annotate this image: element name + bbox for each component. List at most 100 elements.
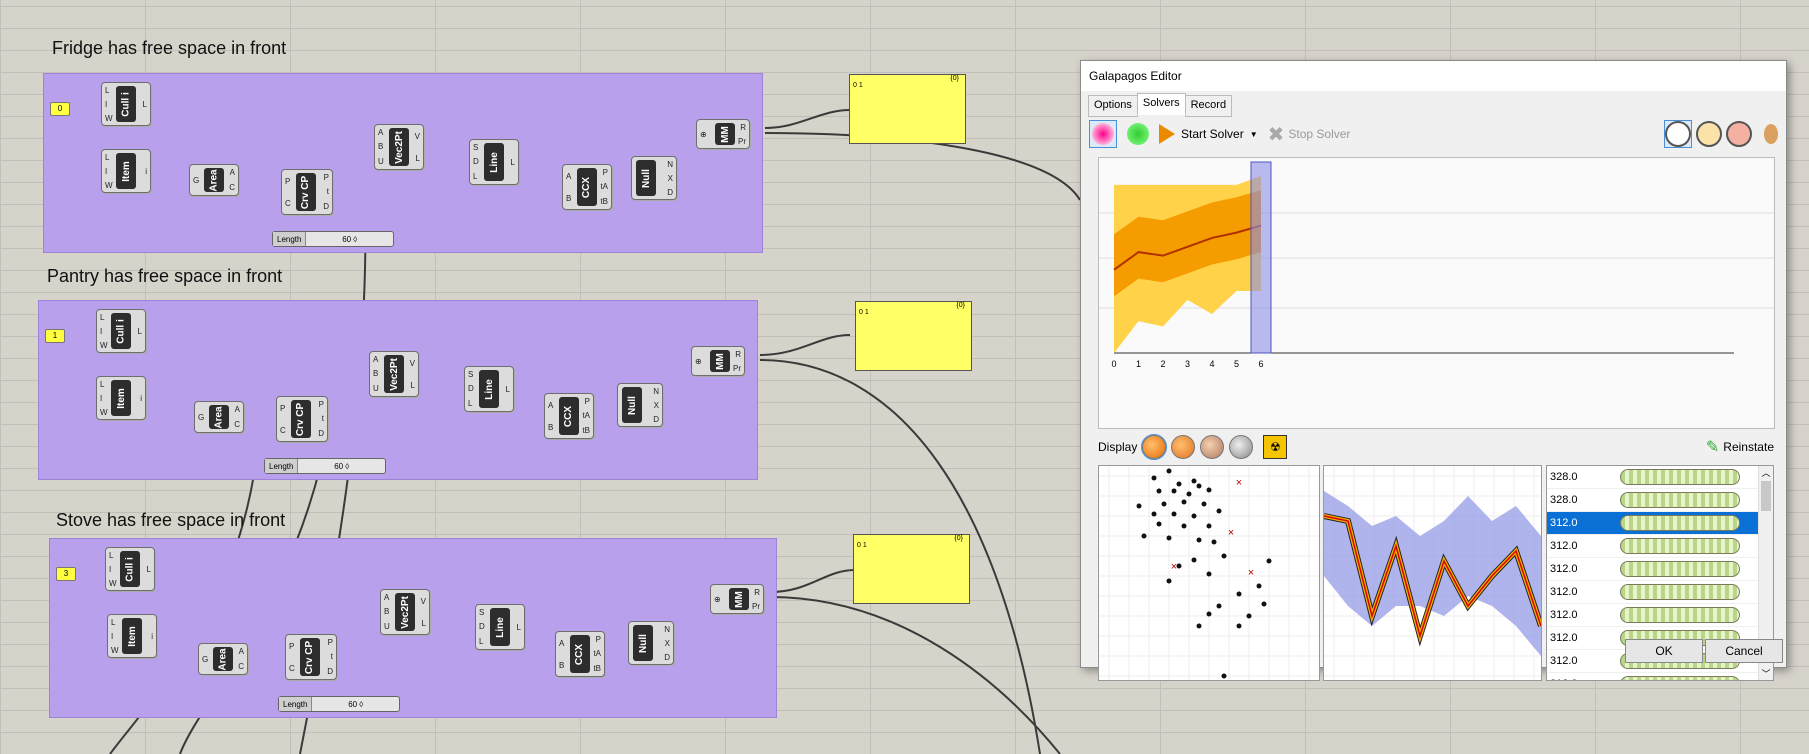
scroll-thumb[interactable] [1761, 481, 1771, 511]
item-component[interactable]: L I W Item i [96, 376, 146, 420]
list-item[interactable]: 328.0 [1547, 489, 1773, 512]
genome-point [1191, 557, 1197, 563]
start-solver-button[interactable]: Start Solver ▼ [1159, 124, 1258, 144]
galapagos-editor-dialog[interactable]: Galapagos Editor Options Solvers Record … [1080, 60, 1787, 681]
scroll-up-icon[interactable]: ︿ [1759, 466, 1773, 479]
genome-point [1166, 535, 1172, 541]
annealing-icon [1127, 123, 1149, 145]
evolutionary-solver-button[interactable] [1089, 120, 1117, 148]
x-tick-label: 5 [1234, 359, 1239, 369]
list-item-value: 312.0 [1550, 563, 1578, 575]
genome-point [1181, 499, 1187, 505]
number-param[interactable]: 0 [50, 102, 70, 116]
number-param[interactable]: 3 [56, 567, 76, 581]
crvcp-component[interactable]: P C Crv CP Pt D [285, 634, 337, 680]
cancel-button[interactable]: Cancel [1705, 639, 1783, 663]
list-item[interactable]: 312.0 [1547, 512, 1773, 535]
mm-component[interactable]: ⊕ MM R Pr [691, 346, 745, 376]
list-item[interactable]: 312.0 [1547, 535, 1773, 558]
genome-point [1186, 491, 1192, 497]
display-mode-4-icon[interactable] [1229, 435, 1254, 459]
cull-component[interactable]: L I W Cull iL [96, 309, 146, 353]
fitness-chart-svg: 0 1 2 3 4 5 6 [1099, 161, 1774, 369]
play-icon [1159, 124, 1175, 144]
list-item[interactable]: 312.0 [1547, 581, 1773, 604]
ccx-component[interactable]: A B CCX PtA tB [562, 164, 612, 210]
genome-point [1221, 673, 1227, 679]
genome-point [1166, 468, 1172, 474]
genome-point [1236, 623, 1242, 629]
tab-solvers[interactable]: Solvers [1136, 93, 1186, 115]
group-fridge[interactable]: 0 L I W Cull iL L I W Item i G Area A C P C Crv CP Pt… [43, 73, 763, 253]
genome-point [1256, 583, 1262, 589]
null-component[interactable]: Null N X D [628, 621, 674, 665]
reinstate-button[interactable]: ✎ Reinstate [1706, 437, 1774, 457]
genome-point [1176, 563, 1182, 569]
gauge-low-button[interactable] [1664, 120, 1692, 148]
line-component[interactable]: S D L Line L [464, 366, 514, 412]
chevron-down-icon[interactable]: ▼ [1250, 130, 1258, 139]
list-item[interactable]: 312.0 [1547, 604, 1773, 627]
line-component[interactable]: S D L Line L [475, 604, 525, 650]
scroll-down-icon[interactable]: ﹀ [1759, 667, 1773, 680]
vec2pt-component[interactable]: A B U Vec2Pt V L [374, 124, 424, 170]
genome-point [1166, 578, 1172, 584]
crvcp-component[interactable]: P C Crv CP Pt D [281, 169, 333, 215]
list-item[interactable]: 328.0 [1547, 466, 1773, 489]
cull-component[interactable]: L I W Cull iL [105, 547, 155, 591]
tab-record[interactable]: Record [1184, 95, 1233, 117]
number-param[interactable]: 1 [45, 329, 65, 343]
mm-component[interactable]: ⊕ MM R Pr [696, 119, 750, 149]
ccx-component[interactable]: A B CCX PtA tB [555, 631, 605, 677]
gauge-mid-button[interactable] [1696, 121, 1722, 147]
list-item-value: 312.0 [1550, 586, 1578, 598]
radiation-icon[interactable]: ☢ [1263, 435, 1288, 459]
tab-options[interactable]: Options [1088, 95, 1138, 117]
genome-point [1136, 503, 1142, 509]
genome-point [1196, 537, 1202, 543]
annealing-solver-button[interactable] [1127, 123, 1149, 145]
list-item[interactable]: 312.0 [1547, 558, 1773, 581]
cull-component[interactable]: L I W Cull iL [101, 82, 151, 126]
vec2pt-component[interactable]: A B U Vec2Pt V L [380, 589, 430, 635]
length-slider[interactable]: Length 60 ◊ [278, 696, 400, 712]
item-component[interactable]: L I W Item i [107, 614, 157, 658]
area-component[interactable]: G Area A C [189, 164, 239, 196]
panel-pantry[interactable]: {0} 0 1 [855, 301, 972, 371]
display-mode-3-icon[interactable] [1200, 435, 1225, 459]
genome-point [1196, 483, 1202, 489]
mm-component[interactable]: ⊕ MM R Pr [710, 584, 764, 614]
panel-fridge[interactable]: {0} 0 1 [849, 74, 966, 144]
list-item-value: 312.0 [1550, 517, 1578, 529]
display-mode-1-icon[interactable] [1141, 434, 1168, 460]
dialog-titlebar[interactable] [1081, 61, 1786, 91]
genome-point [1206, 523, 1212, 529]
genome-point [1151, 511, 1157, 517]
area-component[interactable]: G Area A C [194, 401, 244, 433]
stop-solver-button[interactable]: ✖ Stop Solver [1268, 122, 1351, 147]
list-item-value: 312.0 [1550, 609, 1578, 621]
vec2pt-component[interactable]: A B U Vec2Pt V L [369, 351, 419, 397]
length-slider[interactable]: Length 60 ◊ [264, 458, 386, 474]
group-pantry[interactable]: 1 L I W Cull iL L I W Item i G Area A C P C Crv CP Pt… [38, 300, 758, 480]
item-component[interactable]: L I W Item i [101, 149, 151, 193]
null-component[interactable]: Null N X D [631, 156, 677, 200]
list-item[interactable]: 312.0 [1547, 673, 1773, 680]
display-mode-2-icon[interactable] [1171, 435, 1196, 459]
null-component[interactable]: Null N X D [617, 383, 663, 427]
line-component[interactable]: S D L Line L [469, 139, 519, 185]
panel-stove[interactable]: {0} 0 1 [853, 534, 970, 604]
genome-bar [1620, 561, 1740, 577]
area-component[interactable]: G Area A C [198, 643, 248, 675]
gauge-high-button[interactable] [1726, 121, 1752, 147]
egg-button[interactable] [1764, 124, 1778, 144]
ok-button[interactable]: OK [1625, 639, 1703, 663]
stop-icon: ✖ [1267, 123, 1285, 146]
ccx-component[interactable]: A B CCX PtA tB [544, 393, 594, 439]
genome-bar [1620, 492, 1740, 508]
genome-point [1216, 508, 1222, 514]
crvcp-component[interactable]: P C Crv CP Pt D [276, 396, 328, 442]
group-stove[interactable]: 3 L I W Cull iL L I W Item i G Area A C P C Crv CP Pt… [49, 538, 777, 718]
genome-bar [1620, 538, 1740, 554]
length-slider[interactable]: Length 60 ◊ [272, 231, 394, 247]
